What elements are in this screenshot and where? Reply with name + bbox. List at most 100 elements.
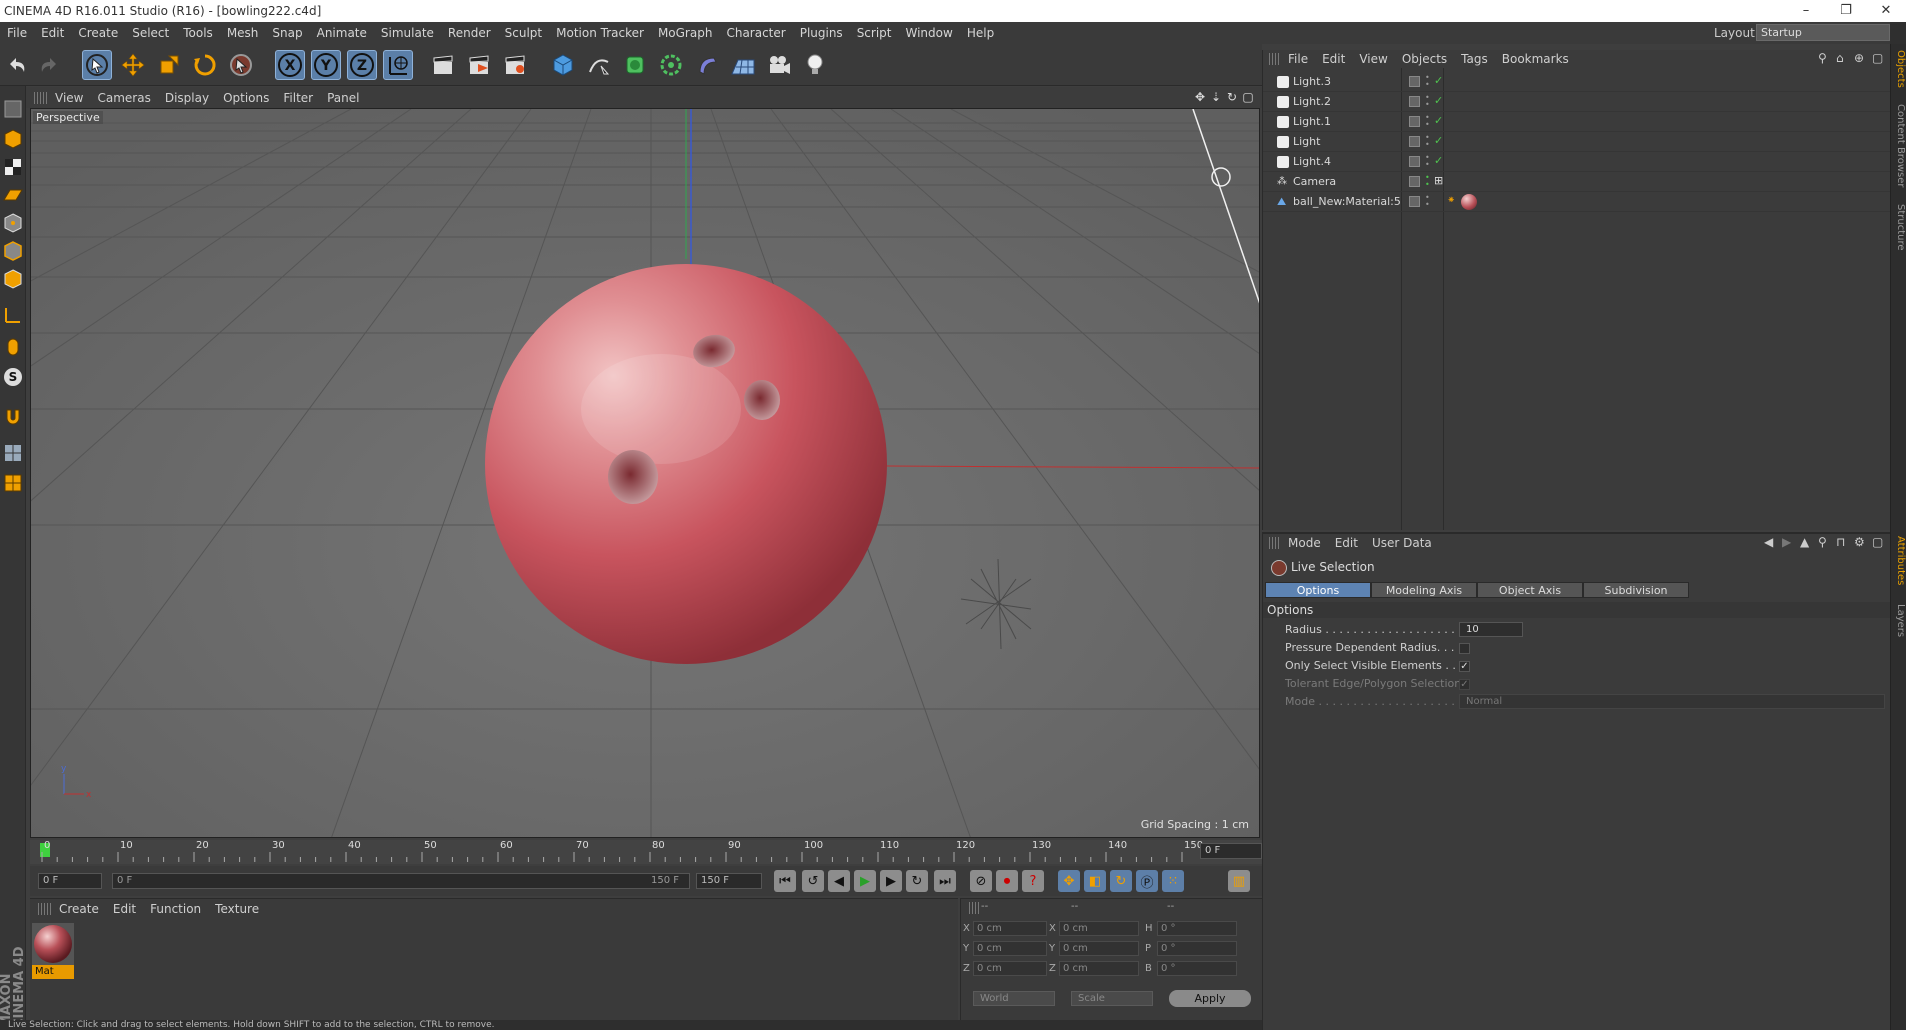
key-scale-button[interactable]: ◧ xyxy=(1084,870,1106,892)
go-to-end-button[interactable]: ⏭ xyxy=(934,870,956,892)
object-name[interactable]: ball_New:Material:5 xyxy=(1293,195,1401,208)
model-mode-button[interactable] xyxy=(1,126,25,152)
filter-icon[interactable]: ⊕ xyxy=(1854,51,1868,65)
add-array-button[interactable] xyxy=(656,50,686,80)
end-frame-field[interactable]: 150 F xyxy=(696,873,762,889)
tab-modeling-axis[interactable]: Modeling Axis xyxy=(1371,582,1477,598)
material-tag-icon[interactable] xyxy=(1461,194,1477,210)
mat-menu-edit[interactable]: Edit xyxy=(106,902,143,916)
menu-sculpt[interactable]: Sculpt xyxy=(498,26,549,40)
radius-field[interactable]: 10 xyxy=(1459,622,1523,637)
visible-elements-checkbox[interactable]: ✓ xyxy=(1459,661,1470,672)
object-row-light3[interactable]: Light.3 • • ✓ xyxy=(1263,72,1891,92)
menu-character[interactable]: Character xyxy=(719,26,792,40)
side-tab-content-browser[interactable]: Content Browser xyxy=(1892,104,1906,187)
tolerant-selection-checkbox[interactable]: ✓ xyxy=(1459,679,1470,690)
object-name[interactable]: Light.4 xyxy=(1293,155,1331,168)
visibility-dots-icon[interactable]: • • xyxy=(1425,174,1433,189)
menu-window[interactable]: Window xyxy=(899,26,960,40)
object-row-light4[interactable]: Light.4 • • ✓ xyxy=(1263,152,1891,172)
live-selection-button[interactable] xyxy=(82,50,112,80)
scheme-button[interactable]: ▥ xyxy=(1228,870,1250,892)
menu-render[interactable]: Render xyxy=(441,26,498,40)
pos-y-field[interactable]: 0 cm xyxy=(973,941,1047,956)
menu-script[interactable]: Script xyxy=(850,26,899,40)
coord-system-select[interactable]: World xyxy=(973,991,1055,1006)
tab-subdivision-surface[interactable]: Subdivision Surface xyxy=(1583,582,1689,613)
obj-menu-view[interactable]: View xyxy=(1352,52,1394,66)
current-frame-field[interactable]: 0 F xyxy=(1200,843,1262,859)
rotate-button[interactable] xyxy=(190,50,220,80)
enabled-check-icon[interactable]: ✓ xyxy=(1434,114,1443,127)
add-cube-button[interactable] xyxy=(548,50,578,80)
vp-menu-cameras[interactable]: Cameras xyxy=(90,91,157,105)
y-axis-lock-button[interactable]: Y xyxy=(311,50,341,80)
object-row-light2[interactable]: Light.2 • • ✓ xyxy=(1263,92,1891,112)
layer-tag-icon[interactable] xyxy=(1409,176,1420,187)
start-frame-field[interactable]: 0 F xyxy=(38,873,102,889)
render-view-button[interactable] xyxy=(428,50,458,80)
key-parameter-button[interactable]: Ⓟ xyxy=(1136,870,1158,892)
tweak-mode-button[interactable] xyxy=(1,334,25,360)
size-y-field[interactable]: 0 cm xyxy=(1059,941,1139,956)
visibility-dots-icon[interactable]: • • xyxy=(1425,74,1433,89)
add-light-button[interactable] xyxy=(800,50,830,80)
timeline-ruler[interactable]: 0 10 20 30 40 50 60 70 80 90 100 110 120 130 140 150 0 … xyxy=(30,840,1262,864)
minimize-button[interactable]: – xyxy=(1786,0,1826,22)
layer-tag-icon[interactable] xyxy=(1409,136,1420,147)
object-name[interactable]: Light xyxy=(1293,135,1320,148)
layer-tag-icon[interactable] xyxy=(1409,116,1420,127)
up-arrow-icon[interactable]: ▲ xyxy=(1800,535,1814,549)
mat-menu-create[interactable]: Create xyxy=(52,902,106,916)
side-tab-attributes[interactable]: Attributes xyxy=(1892,536,1906,585)
polygons-mode-button[interactable] xyxy=(1,266,25,292)
undo-button[interactable] xyxy=(2,50,32,80)
redo-button[interactable] xyxy=(34,50,64,80)
visibility-dots-icon[interactable]: • • xyxy=(1425,94,1433,109)
object-row-ball[interactable]: ⛰ ball_New:Material:5 • • ⁕ xyxy=(1263,192,1891,212)
add-camera-button[interactable] xyxy=(764,50,794,80)
obj-menu-bookmarks[interactable]: Bookmarks xyxy=(1495,52,1576,66)
visibility-dots-icon[interactable]: • • xyxy=(1425,114,1433,129)
menu-file[interactable]: File xyxy=(0,26,34,40)
rot-p-field[interactable]: 0 ° xyxy=(1157,941,1237,956)
locked-workplane-button[interactable] xyxy=(1,440,25,466)
menu-tools[interactable]: Tools xyxy=(176,26,220,40)
object-name[interactable]: Light.2 xyxy=(1293,95,1331,108)
obj-menu-edit[interactable]: Edit xyxy=(1315,52,1352,66)
play-button[interactable]: ▶ xyxy=(854,870,876,892)
object-row-light1[interactable]: Light.1 • • ✓ xyxy=(1263,112,1891,132)
move-button[interactable] xyxy=(118,50,148,80)
vp-menu-filter[interactable]: Filter xyxy=(276,91,320,105)
material-name-label[interactable]: Mat xyxy=(32,965,74,979)
side-tab-objects[interactable]: Objects xyxy=(1892,50,1906,88)
panel-grip-icon[interactable] xyxy=(1269,537,1281,549)
side-tab-structure[interactable]: Structure xyxy=(1892,204,1906,251)
add-deformer-button[interactable] xyxy=(692,50,722,80)
search-icon[interactable]: ⚲ xyxy=(1818,535,1832,549)
visibility-dots-icon[interactable]: • • xyxy=(1425,194,1433,209)
key-rotation-button[interactable]: ↻ xyxy=(1110,870,1132,892)
key-pla-button[interactable]: ⁙ xyxy=(1162,870,1184,892)
z-axis-lock-button[interactable]: Z xyxy=(347,50,377,80)
menu-snap[interactable]: Snap xyxy=(265,26,309,40)
search-icon[interactable]: ⚲ xyxy=(1818,51,1832,65)
back-arrow-icon[interactable]: ◀ xyxy=(1764,535,1778,549)
enabled-check-icon[interactable]: ✓ xyxy=(1434,74,1443,87)
layer-tag-icon[interactable] xyxy=(1409,156,1420,167)
texture-mode-button[interactable] xyxy=(1,154,25,180)
pos-x-field[interactable]: 0 cm xyxy=(973,921,1047,936)
object-name[interactable]: Camera xyxy=(1293,175,1336,188)
orbit-icon[interactable]: ↻ xyxy=(1226,90,1238,104)
viewport-camera-label[interactable]: Perspective xyxy=(33,111,103,124)
mode-select[interactable]: Normal xyxy=(1459,694,1885,709)
object-name[interactable]: Light.1 xyxy=(1293,115,1331,128)
size-mode-select[interactable]: Scale xyxy=(1071,991,1153,1006)
apply-button[interactable]: Apply xyxy=(1169,990,1251,1007)
layout-select[interactable]: Startup xyxy=(1756,24,1890,41)
magnet-button[interactable] xyxy=(1,404,25,430)
rot-h-field[interactable]: 0 ° xyxy=(1157,921,1237,936)
rot-b-field[interactable]: 0 ° xyxy=(1157,961,1237,976)
obj-menu-file[interactable]: File xyxy=(1281,52,1315,66)
attr-menu-mode[interactable]: Mode xyxy=(1281,536,1328,550)
